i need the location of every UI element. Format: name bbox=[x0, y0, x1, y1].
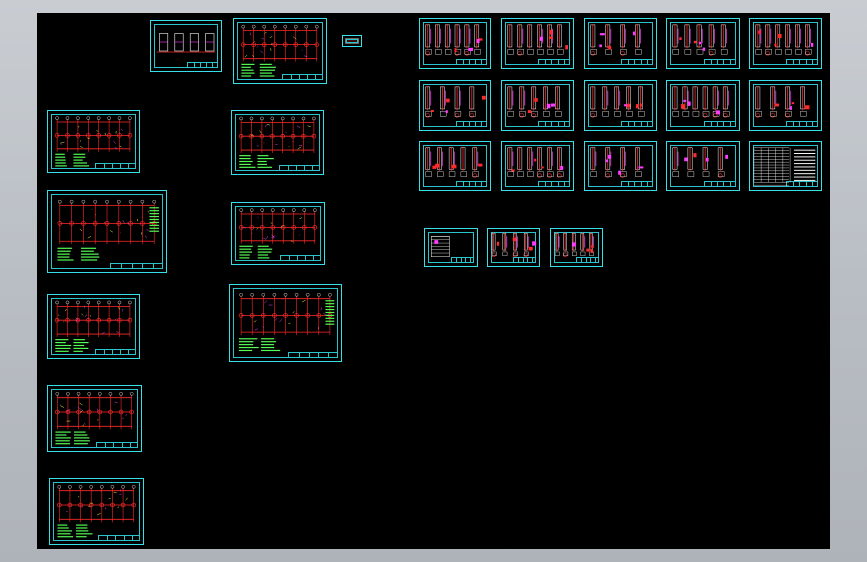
cad-model-space-canvas[interactable] bbox=[37, 13, 830, 549]
detail-sheet[interactable] bbox=[584, 80, 657, 131]
detail-sheet[interactable] bbox=[501, 18, 574, 69]
detail-sheet[interactable] bbox=[666, 141, 740, 191]
sheet-drawing-linework bbox=[672, 85, 730, 118]
sheet-drawing-linework bbox=[54, 392, 135, 445]
sheet-drawing-linework bbox=[425, 146, 483, 178]
small-block-reference[interactable] bbox=[342, 35, 362, 47]
sheet-drawing-linework bbox=[345, 38, 359, 44]
detail-sheet[interactable] bbox=[584, 141, 657, 191]
sheet-drawing-linework bbox=[57, 199, 159, 261]
detail-sheet[interactable] bbox=[749, 141, 822, 191]
drawing-sheet[interactable] bbox=[47, 385, 142, 452]
sheet-drawing-linework bbox=[507, 23, 569, 56]
sheet-drawing-linework bbox=[430, 236, 450, 257]
sheet-drawing-linework bbox=[590, 85, 645, 118]
sheet-drawing-linework bbox=[156, 33, 216, 53]
detail-sheet[interactable] bbox=[749, 80, 822, 131]
sheet-drawing-linework bbox=[491, 232, 537, 258]
sheet-drawing-linework bbox=[554, 232, 594, 258]
sheet-drawing-linework bbox=[507, 146, 564, 178]
detail-sheet[interactable] bbox=[487, 228, 540, 267]
sheet-drawing-linework bbox=[753, 147, 816, 186]
drawing-sheet[interactable] bbox=[47, 190, 167, 273]
drawing-sheet[interactable] bbox=[150, 20, 222, 72]
sheet-drawing-linework bbox=[507, 85, 562, 118]
detail-sheet[interactable] bbox=[584, 18, 657, 69]
sheet-drawing-linework bbox=[590, 146, 644, 178]
drawing-sheet[interactable] bbox=[231, 202, 325, 265]
drawing-sheet[interactable] bbox=[231, 110, 324, 175]
sheet-drawing-linework bbox=[238, 116, 317, 168]
detail-sheet[interactable] bbox=[501, 80, 574, 131]
drawing-sheet[interactable] bbox=[229, 284, 342, 362]
detail-sheet[interactable] bbox=[666, 18, 740, 69]
detail-sheet[interactable] bbox=[550, 228, 603, 267]
sheet-drawing-linework bbox=[755, 85, 810, 118]
sheet-drawing-linework bbox=[238, 208, 318, 259]
drawing-sheet[interactable] bbox=[233, 18, 327, 84]
sheet-drawing-linework bbox=[240, 24, 320, 77]
sheet-drawing-linework bbox=[425, 85, 486, 118]
sheet-drawing-linework bbox=[54, 300, 133, 352]
sheet-drawing-linework bbox=[425, 23, 483, 56]
detail-sheet[interactable] bbox=[419, 18, 491, 69]
detail-sheet[interactable] bbox=[501, 141, 574, 191]
drawing-sheet[interactable] bbox=[47, 110, 140, 173]
sheet-drawing-linework bbox=[238, 293, 335, 352]
sheet-drawing-linework bbox=[54, 116, 133, 167]
sheet-drawing-linework bbox=[755, 23, 814, 56]
drawing-sheet[interactable] bbox=[47, 294, 140, 359]
sheet-drawing-linework bbox=[56, 485, 137, 538]
detail-sheet[interactable] bbox=[749, 18, 822, 69]
sheet-drawing-linework bbox=[672, 146, 728, 178]
detail-sheet[interactable] bbox=[419, 80, 491, 131]
drawing-sheet[interactable] bbox=[49, 478, 144, 545]
detail-sheet[interactable] bbox=[419, 141, 491, 191]
detail-sheet[interactable] bbox=[424, 228, 478, 267]
sheet-drawing-linework bbox=[672, 23, 728, 56]
detail-sheet[interactable] bbox=[666, 80, 740, 131]
sheet-drawing-linework bbox=[590, 23, 642, 56]
